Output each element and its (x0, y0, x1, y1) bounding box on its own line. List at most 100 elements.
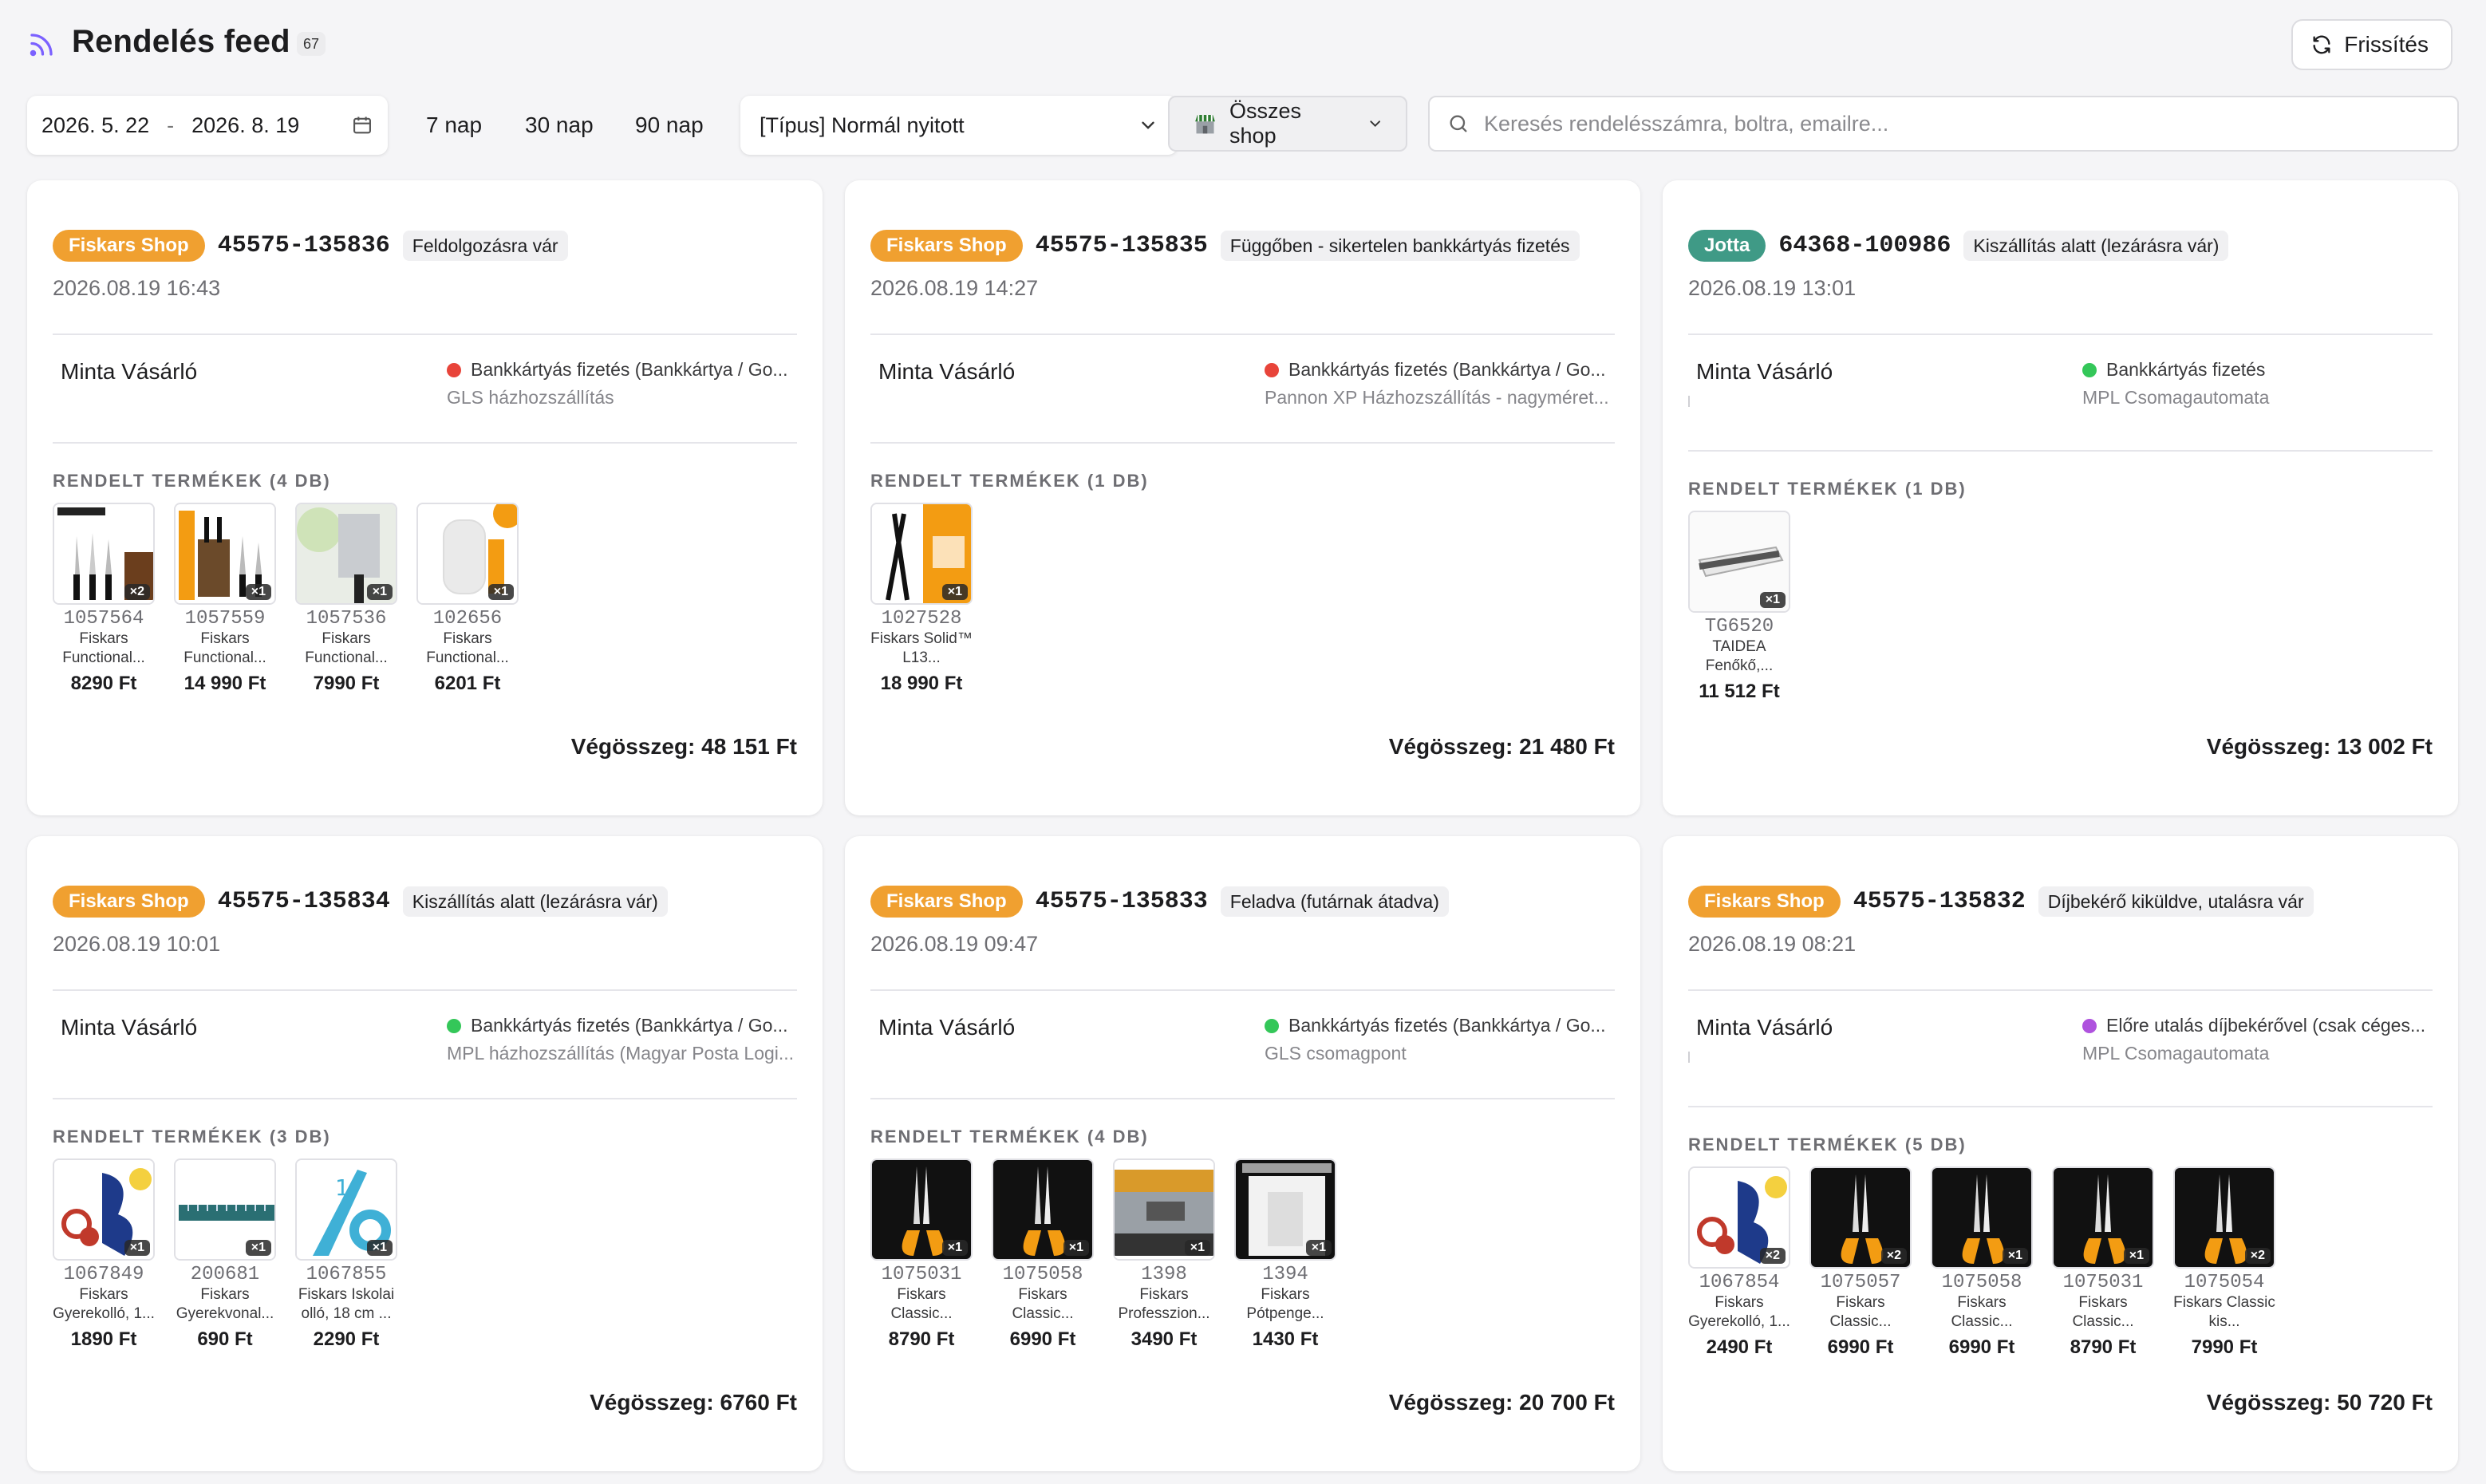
product-item[interactable]: ×1 1394 Fiskars Pótpenge... 1430 Ft (1234, 1158, 1336, 1351)
order-card[interactable]: Fiskars Shop 45575-135836 Feldolgozásra … (27, 180, 823, 815)
customer-name: Minta Vásárló (1696, 1015, 1833, 1040)
order-card[interactable]: Fiskars Shop 45575-135833 Feladva (futár… (845, 836, 1640, 1471)
customer-name: Minta Vásárló (61, 359, 198, 384)
product-item[interactable]: ×1 200681 Fiskars Gyerekvonal... 690 Ft (174, 1158, 276, 1351)
shop-select[interactable]: Összes shop (1168, 96, 1407, 152)
product-thumbnail[interactable]: ×1 (416, 503, 519, 605)
product-list: ×1 TG6520 TAIDEA Fenőkő,... 11 512 Ft (1688, 511, 1790, 703)
product-thumbnail[interactable]: 1 ×1 (295, 1158, 397, 1261)
product-sku: 1075031 (2062, 1272, 2144, 1293)
product-sku: TG6520 (1704, 616, 1774, 637)
order-card[interactable]: Fiskars Shop 45575-135835 Függőben - sik… (845, 180, 1640, 815)
product-item[interactable]: ×1 1075058 Fiskars Classic... 6990 Ft (992, 1158, 1094, 1351)
product-item[interactable]: ×2 1057564 Fiskars Functional... 8290 Ft (53, 503, 155, 695)
product-thumbnail[interactable]: ×1 (1234, 1158, 1336, 1261)
product-sku: 1057559 (184, 608, 266, 630)
product-item[interactable]: ×1 1067849 Fiskars Gyerekolló, 1... 1890 Ft (53, 1158, 155, 1351)
calendar-icon (353, 116, 371, 134)
product-price: 6201 Ft (434, 673, 501, 694)
product-name: Fiskars Iskolai olló, 18 cm ... (298, 1286, 395, 1322)
payment-method: Bankkártyás fizetés (Bankkártya / Go... (1265, 359, 1619, 381)
product-sku: 1057564 (63, 608, 144, 630)
quantity-badge: ×1 (941, 584, 968, 600)
shop-badge: Fiskars Shop (53, 230, 205, 262)
quick-range-90-days[interactable]: 90 nap (635, 96, 704, 155)
product-thumbnail[interactable]: ×1 (295, 503, 397, 605)
product-price: 8790 Ft (2070, 1336, 2137, 1358)
type-select[interactable]: [Típus] Normál nyitott (740, 96, 1178, 155)
quick-range-30-days[interactable]: 30 nap (525, 96, 594, 155)
product-item[interactable]: ×1 1057536 Fiskars Functional... 7990 Ft (295, 503, 397, 695)
product-thumbnail[interactable]: ×2 (2173, 1166, 2275, 1269)
product-name: Fiskars Functional... (62, 630, 145, 666)
shipping-method: MPL Csomagautomata (2082, 1043, 2270, 1064)
divider (53, 334, 797, 335)
product-thumbnail[interactable]: ×1 (1113, 1158, 1215, 1261)
order-number[interactable]: 64368-100986 (1778, 232, 1951, 259)
product-thumbnail[interactable]: ×1 (992, 1158, 1094, 1261)
product-item[interactable]: ×2 1075057 Fiskars Classic... 6990 Ft (1809, 1166, 1912, 1359)
order-number[interactable]: 45575-135835 (1036, 232, 1208, 259)
shipping-method: Pannon XP Házhozszállítás - nagyméret... (1265, 387, 1609, 408)
order-card-header: Fiskars Shop 45575-135836 Feldolgozásra … (53, 230, 568, 262)
product-item[interactable]: ×1 1057559 Fiskars Functional... 14 990 Ft (174, 503, 276, 695)
product-thumbnail[interactable]: ×1 (174, 1158, 276, 1261)
product-thumbnail[interactable]: ×2 (1809, 1166, 1912, 1269)
products-label: RENDELT TERMÉKEK (1 DB) (870, 471, 1149, 491)
date-range-picker[interactable]: 2026. 5. 22 - 2026. 8. 19 (27, 96, 388, 155)
payment-method: Előre utalás díjbekérővel (csak céges... (2082, 1015, 2437, 1036)
payment-shipping-info: Bankkártyás fizetés MPL Csomagautomata (2082, 359, 2437, 408)
product-item[interactable]: ×2 1067854 Fiskars Gyerekolló, 1... 2490 Ft (1688, 1166, 1790, 1359)
product-thumbnail[interactable]: ×1 (870, 503, 973, 605)
product-list: ×1 1027528 Fiskars Solid™ L13... 18 990 Ft (870, 503, 973, 695)
product-thumbnail[interactable]: ×1 (870, 1158, 973, 1261)
search-input[interactable] (1484, 111, 2440, 136)
product-thumbnail[interactable]: ×1 (1688, 511, 1790, 613)
product-sku: 1075054 (2184, 1272, 2265, 1293)
products-label: RENDELT TERMÉKEK (1 DB) (1688, 479, 1967, 499)
product-item[interactable]: 1 ×1 1067855 Fiskars Iskolai olló, 18 cm ..… (295, 1158, 397, 1351)
product-name: Fiskars Gyerekvonal... (176, 1286, 274, 1322)
refresh-button[interactable]: Frissítés (2291, 19, 2452, 70)
order-number[interactable]: 45575-135834 (218, 888, 390, 915)
product-price: 14 990 Ft (183, 673, 266, 694)
order-card[interactable]: Jotta 64368-100986 Kiszállítás alatt (le… (1663, 180, 2458, 815)
customer-name: Minta Vásárló (61, 1015, 198, 1040)
order-total: Végösszeg: 50 720 Ft (2206, 1390, 2433, 1415)
product-price: 690 Ft (197, 1328, 253, 1350)
divider (53, 1098, 797, 1099)
product-thumbnail[interactable]: ×1 (174, 503, 276, 605)
order-number[interactable]: 45575-135832 (1853, 888, 2026, 915)
payment-shipping-info: Bankkártyás fizetés (Bankkártya / Go... … (447, 1015, 801, 1064)
product-sku: 1075058 (1941, 1272, 2022, 1293)
product-name: Fiskars Classic kis... (2173, 1294, 2275, 1330)
product-item[interactable]: ×1 TG6520 TAIDEA Fenőkő,... 11 512 Ft (1688, 511, 1790, 703)
refresh-label: Frissítés (2344, 32, 2429, 57)
product-item[interactable]: ×1 1398 Fiskars Professzion... 3490 Ft (1113, 1158, 1215, 1351)
product-thumbnail[interactable]: ×2 (53, 503, 155, 605)
product-item[interactable]: ×1 102656 Fiskars Functional... 6201 Ft (416, 503, 519, 695)
order-card-header: Fiskars Shop 45575-135834 Kiszállítás al… (53, 886, 668, 918)
order-number[interactable]: 45575-135836 (218, 232, 390, 259)
order-number[interactable]: 45575-135833 (1036, 888, 1208, 915)
product-item[interactable]: ×1 1075031 Fiskars Classic... 8790 Ft (870, 1158, 973, 1351)
order-card-header: Fiskars Shop 45575-135833 Feladva (futár… (870, 886, 1449, 918)
product-thumbnail[interactable]: ×1 (1931, 1166, 2033, 1269)
product-thumbnail[interactable]: ×2 (1688, 1166, 1790, 1269)
product-item[interactable]: ×1 1027528 Fiskars Solid™ L13... 18 990 Ft (870, 503, 973, 695)
product-name: Fiskars Professzion... (1118, 1286, 1210, 1322)
product-item[interactable]: ×1 1075031 Fiskars Classic... 8790 Ft (2052, 1166, 2154, 1359)
search-box[interactable] (1428, 96, 2459, 152)
order-card[interactable]: Fiskars Shop 45575-135832 Díjbekérő kikü… (1663, 836, 2458, 1471)
product-thumbnail[interactable]: ×1 (2052, 1166, 2154, 1269)
divider (870, 1098, 1615, 1099)
product-item[interactable]: ×2 1075054 Fiskars Classic kis... 7990 Ft (2173, 1166, 2275, 1359)
product-name: Fiskars Classic... (1012, 1286, 1074, 1322)
order-card[interactable]: Fiskars Shop 45575-135834 Kiszállítás al… (27, 836, 823, 1471)
order-card-header: Jotta 64368-100986 Kiszállítás alatt (le… (1688, 230, 2229, 262)
product-name: Fiskars Classic... (2072, 1294, 2134, 1330)
quick-range-7-days[interactable]: 7 nap (426, 96, 482, 155)
product-item[interactable]: ×1 1075058 Fiskars Classic... 6990 Ft (1931, 1166, 2033, 1359)
product-name: Fiskars Solid™ L13... (870, 630, 973, 666)
product-thumbnail[interactable]: ×1 (53, 1158, 155, 1261)
